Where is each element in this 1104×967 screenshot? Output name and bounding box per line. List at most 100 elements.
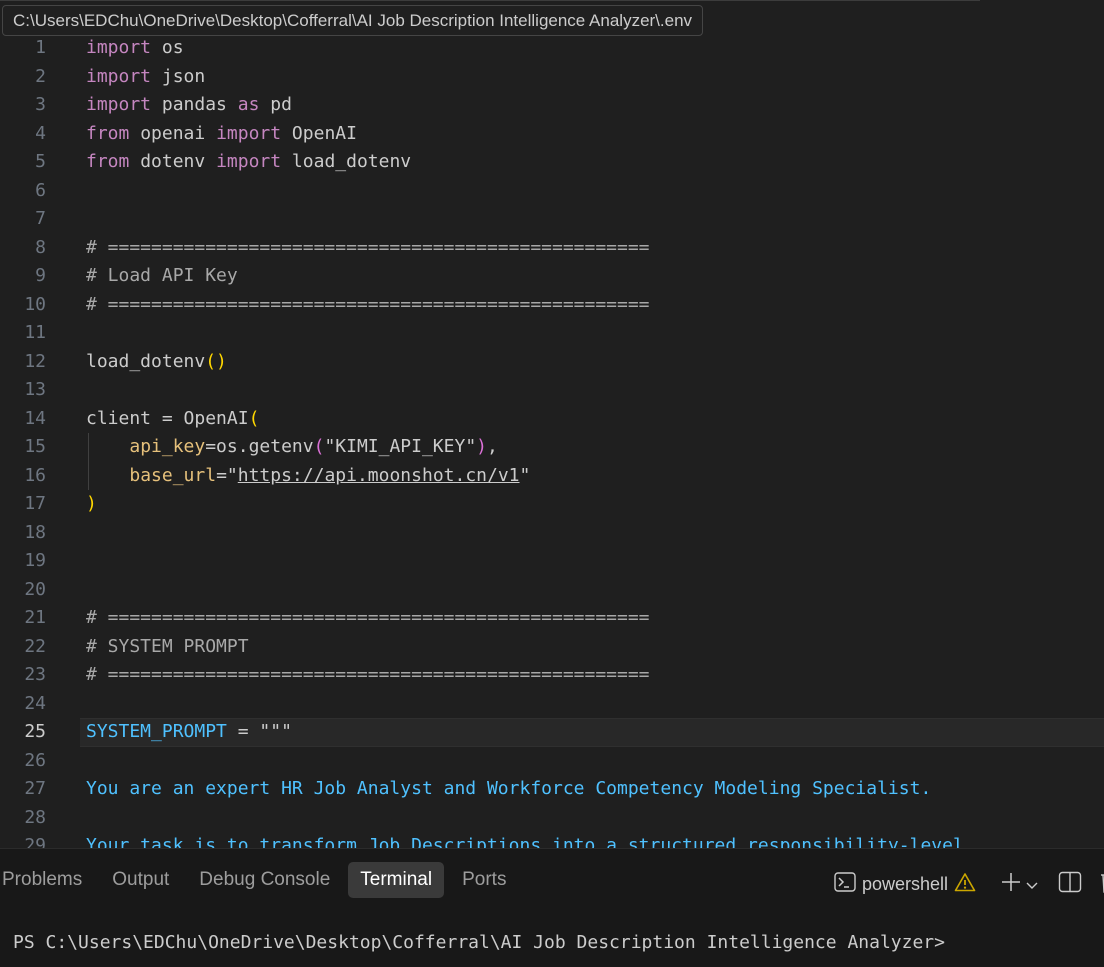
code-text: You are an expert HR Job Analyst and Wor… bbox=[86, 775, 931, 804]
line-number: 9 bbox=[35, 265, 46, 286]
code-text: ) bbox=[86, 490, 97, 519]
code-token: import bbox=[216, 122, 282, 144]
tab-problems[interactable]: Problems bbox=[0, 862, 94, 898]
code-line[interactable]: 25 SYSTEM_PROMPT = """ bbox=[0, 718, 1104, 747]
code-text: # SYSTEM PROMPT bbox=[86, 633, 249, 662]
code-line[interactable]: 15 api_key=os.getenv("KIMI_API_KEY"), bbox=[0, 433, 1104, 462]
code-line[interactable]: 13 bbox=[0, 376, 1104, 405]
code-editor[interactable]: 1 import os 2 import json 3 import pandas as … bbox=[0, 34, 1104, 848]
code-token: import bbox=[86, 65, 152, 87]
chevron-down-icon[interactable] bbox=[1026, 875, 1038, 894]
split-terminal-button[interactable] bbox=[1058, 871, 1082, 897]
code-line[interactable]: 2 import json bbox=[0, 63, 1104, 92]
code-line[interactable]: 27 You are an expert HR Job Analyst and W… bbox=[0, 775, 1104, 804]
code-text: import os bbox=[86, 34, 184, 63]
terminal-prompt[interactable]: PS C:\Users\EDChu\OneDrive\Desktop\Coffe… bbox=[13, 931, 945, 955]
new-terminal-button[interactable] bbox=[1000, 871, 1038, 897]
code-token: json bbox=[151, 65, 206, 87]
line-number: 6 bbox=[35, 179, 46, 201]
panel-actions: powershell bbox=[834, 871, 1104, 897]
code-token: # SYSTEM PROMPT bbox=[86, 635, 249, 657]
code-line[interactable]: 29 Your task is to transform Job Descript… bbox=[0, 832, 1104, 848]
code-line[interactable]: 24 bbox=[0, 690, 1104, 719]
code-token: dotenv bbox=[129, 151, 217, 172]
line-number: 2 bbox=[35, 65, 46, 87]
bottom-panel: Problems Output Debug Console Terminal Ports… bbox=[0, 849, 1104, 967]
code-token: import bbox=[86, 94, 152, 115]
line-number: 20 bbox=[24, 578, 46, 600]
line-number: 1 bbox=[35, 37, 46, 58]
code-line[interactable]: 21 # ====================================… bbox=[0, 604, 1104, 633]
code-line[interactable]: 4 from openai import OpenAI bbox=[0, 120, 1104, 149]
code-token: Your task is to transform Job Descriptio… bbox=[86, 835, 964, 848]
split-icon bbox=[1058, 871, 1082, 897]
line-number: 4 bbox=[35, 122, 46, 144]
line-number: 27 bbox=[24, 778, 46, 799]
code-token: import bbox=[86, 37, 152, 58]
line-number: 7 bbox=[35, 208, 46, 229]
code-line[interactable]: 7 bbox=[0, 205, 1104, 234]
code-line[interactable]: 17) bbox=[0, 490, 1104, 519]
tab-debug-console[interactable]: Debug Console bbox=[187, 862, 342, 898]
warning-icon[interactable] bbox=[954, 872, 976, 896]
code-token: import bbox=[216, 151, 282, 172]
code-token: You are an expert HR Job Analyst and Wor… bbox=[86, 778, 932, 799]
line-number: 19 bbox=[24, 550, 46, 571]
code-token: " bbox=[519, 464, 531, 486]
line-number: 18 bbox=[24, 521, 46, 543]
file-path-tooltip: C:\Users\EDChu\OneDrive\Desktop\Cofferra… bbox=[2, 5, 704, 36]
terminal-icon bbox=[834, 872, 856, 896]
code-line[interactable]: 22 # SYSTEM PROMPT bbox=[0, 633, 1104, 662]
line-number: 16 bbox=[24, 464, 46, 486]
code-line[interactable]: 5 from dotenv import load_dotenv bbox=[0, 148, 1104, 177]
code-token: # ======================================… bbox=[86, 293, 650, 315]
code-line[interactable]: 18 bbox=[0, 519, 1104, 548]
code-token: # Load API Key bbox=[86, 265, 238, 286]
code-text: client = OpenAI( bbox=[86, 405, 259, 434]
code-line[interactable]: 8 # =====================================… bbox=[0, 234, 1104, 263]
code-line[interactable]: 9 # Load API Key bbox=[0, 262, 1104, 291]
code-text: # ======================================… bbox=[86, 234, 650, 263]
line-number: 28 bbox=[24, 806, 46, 828]
terminal-shell-selector[interactable]: powershell bbox=[834, 872, 976, 896]
line-number: 5 bbox=[35, 151, 46, 172]
code-line[interactable]: 11 bbox=[0, 319, 1104, 348]
code-token: os bbox=[151, 37, 184, 58]
code-token[interactable]: https://api.moonshot.cn/v1 bbox=[238, 465, 520, 486]
code-text: import json bbox=[86, 63, 205, 92]
code-token: "KIMI_API_KEY" bbox=[324, 436, 477, 457]
code-line[interactable]: 28 bbox=[0, 804, 1104, 833]
tab-output[interactable]: Output bbox=[100, 862, 181, 898]
code-line[interactable]: 12 load_dotenv() bbox=[0, 348, 1104, 377]
code-text: base_url="https://api.moonshot.cn/v1" bbox=[86, 462, 530, 491]
code-line[interactable]: 26 bbox=[0, 747, 1104, 776]
line-number: 15 bbox=[24, 436, 46, 457]
code-line[interactable]: 10 # ====================================… bbox=[0, 291, 1104, 320]
code-text: SYSTEM_PROMPT = """ bbox=[86, 718, 292, 747]
code-token: as bbox=[237, 94, 260, 115]
code-token: client = OpenAI bbox=[86, 407, 249, 429]
code-line[interactable]: 23 # ====================================… bbox=[0, 661, 1104, 690]
code-line[interactable]: 3 import pandas as pd bbox=[0, 91, 1104, 120]
code-line[interactable]: 6 bbox=[0, 177, 1104, 206]
code-token: =os.getenv bbox=[205, 436, 314, 457]
kill-terminal-button[interactable] bbox=[1098, 870, 1104, 898]
code-line[interactable]: 20 bbox=[0, 576, 1104, 605]
code-text: api_key=os.getenv("KIMI_API_KEY"), bbox=[86, 433, 498, 462]
code-token: ) bbox=[476, 436, 487, 457]
code-token: ( bbox=[313, 436, 325, 457]
code-token: api_key bbox=[129, 436, 206, 457]
code-token: from bbox=[86, 151, 130, 172]
code-token: # ======================================… bbox=[86, 236, 650, 258]
code-line[interactable]: 16 base_url="https://api.moonshot.cn/v1" bbox=[0, 461, 1104, 491]
tab-terminal[interactable]: Terminal bbox=[348, 862, 445, 898]
code-token: ( bbox=[248, 407, 260, 429]
code-token: # ======================================… bbox=[86, 607, 650, 628]
code-text: # ======================================… bbox=[86, 661, 650, 690]
code-line[interactable]: 19 bbox=[0, 547, 1104, 576]
code-line[interactable]: 1 import os bbox=[0, 34, 1104, 63]
tab-ports[interactable]: Ports bbox=[450, 862, 518, 898]
code-line[interactable]: 14 client = OpenAI( bbox=[0, 405, 1104, 434]
code-token: , bbox=[487, 436, 498, 457]
